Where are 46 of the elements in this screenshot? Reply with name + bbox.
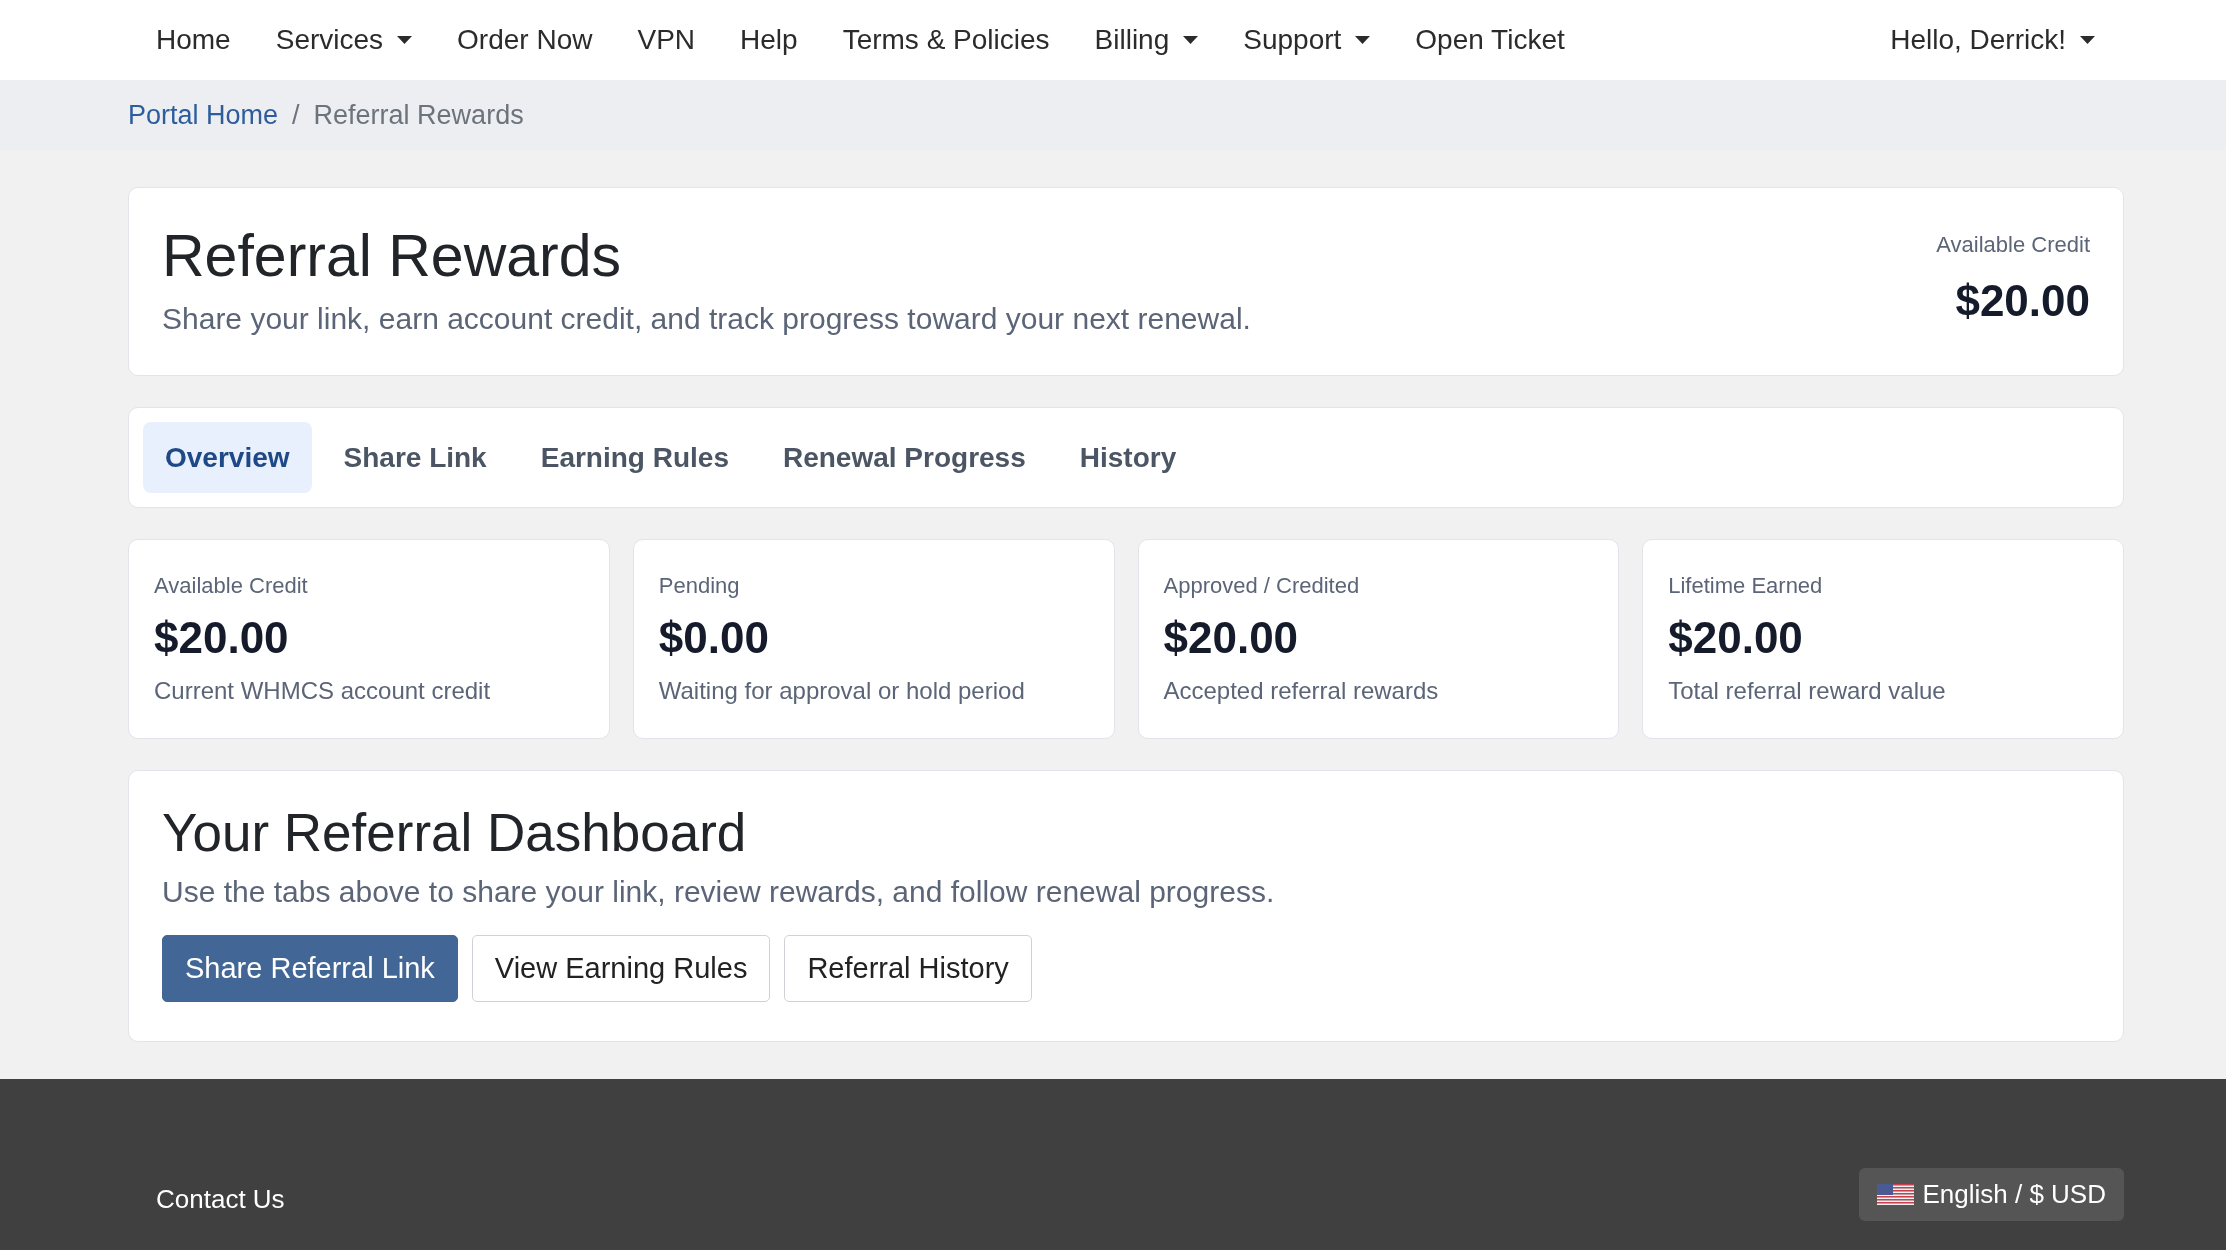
tab[interactable]: Renewal Progress (760, 422, 1048, 493)
nav-link[interactable]: Terms & Policies (834, 14, 1058, 66)
breadcrumb-page-title: Referral Rewards (313, 99, 524, 131)
dashboard-text: Use the tabs above to share your link, review rewards, and follow renewal progress. (162, 873, 1276, 910)
flag-icon (1877, 1184, 1915, 1205)
tab[interactable]: History (1057, 422, 1199, 493)
caret-icon (1183, 36, 1199, 44)
stat-label: Lifetime Earned (1668, 572, 1824, 599)
page-title: Referral Rewards (162, 224, 623, 289)
nav-link[interactable]: VPN (629, 14, 704, 66)
stat-note: Waiting for approval or hold period (658, 677, 1026, 706)
breadcrumb-separator: / (292, 99, 300, 131)
action-button[interactable]: Referral History (784, 935, 1032, 1003)
action-button[interactable]: Share Referral Link (162, 935, 458, 1003)
dashboard-title: Your Referral Dashboard (162, 802, 748, 864)
credit-value: $20.00 (1955, 275, 2090, 326)
contact-link[interactable]: Contact Us (148, 1176, 293, 1223)
nav-link[interactable]: Support (1235, 14, 1379, 66)
stat-label: Available Credit (154, 572, 309, 599)
user-menu[interactable]: Hello, Derrick! (1882, 14, 2103, 66)
tab[interactable]: Overview (143, 422, 312, 493)
stat-note: Current WHMCS account credit (154, 677, 492, 706)
tab[interactable]: Share Link (321, 422, 509, 493)
stat-note: Total referral reward value (1668, 677, 1947, 706)
nav-link[interactable]: Order Now (449, 14, 601, 66)
caret-icon (2080, 36, 2095, 44)
action-button[interactable]: View Earning Rules (471, 935, 771, 1003)
caret-icon (397, 36, 413, 44)
stat-value: $20.00 (1668, 612, 1804, 664)
nav-link[interactable]: Help (732, 14, 806, 66)
stat-value: $20.00 (154, 612, 290, 664)
nav-link[interactable]: Home (148, 14, 239, 66)
stat-label: Approved / Credited (1163, 572, 1361, 599)
stat-label: Pending (658, 572, 741, 599)
nav-link[interactable]: Billing (1086, 14, 1207, 66)
tab[interactable]: Earning Rules (518, 422, 751, 493)
stat-value: $0.00 (658, 612, 770, 664)
nav-link[interactable]: Open Ticket (1407, 14, 1573, 66)
nav-link[interactable]: Services (267, 14, 421, 66)
stat-value: $20.00 (1163, 612, 1300, 664)
breadcrumb-link[interactable]: Portal Home (128, 99, 279, 131)
credit-label: Available Credit (1936, 231, 2090, 258)
page-subtitle: Share your link, earn account credit, and track progress toward your next renewal. (162, 300, 1251, 337)
stat-note: Accepted referral rewards (1163, 677, 1440, 706)
language-button[interactable]: English / $ USD (1859, 1168, 2124, 1221)
caret-icon (1355, 36, 1371, 44)
